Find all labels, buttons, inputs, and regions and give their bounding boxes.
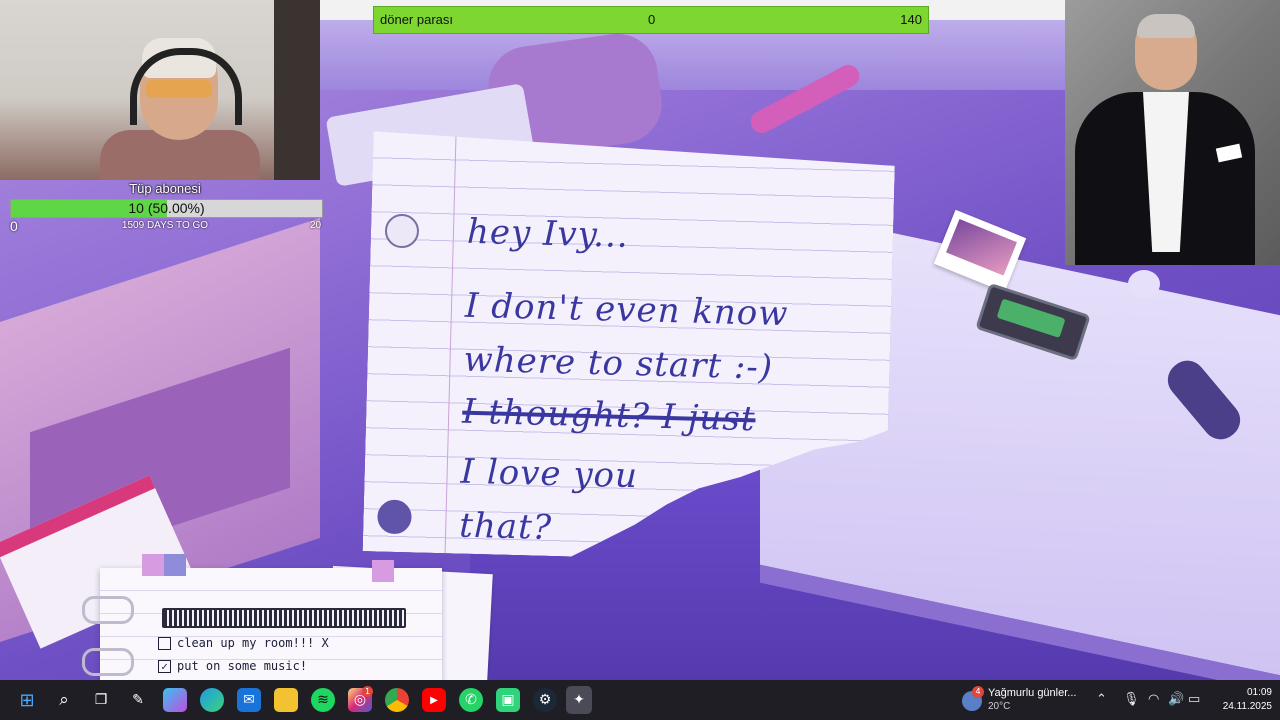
system-clock[interactable]: 01:09 24.11.2025: [1208, 686, 1272, 714]
wifi-icon[interactable]: ◠: [1148, 692, 1159, 707]
game-icon[interactable]: ✦: [566, 686, 592, 714]
binder-hole: [385, 214, 420, 249]
edge-icon[interactable]: [200, 688, 224, 712]
weather-widget[interactable]: 4 Yağmurlu günler... 20°C: [960, 686, 1090, 716]
chrome-icon[interactable]: [385, 688, 409, 712]
letter-line: I love you: [460, 451, 639, 497]
checkbox-icon[interactable]: [158, 636, 171, 650]
clock-date: 24.11.2025: [1222, 701, 1272, 712]
whatsapp-icon[interactable]: ✆: [459, 688, 483, 712]
skull-figurine[interactable]: [1128, 270, 1160, 298]
sub-goal-days: 1509 DAYS TO GO: [121, 220, 209, 231]
weather-text: Yağmurlu günler...: [988, 687, 1077, 699]
money-goal-label: döner parası: [380, 12, 453, 27]
portrait-hair: [1137, 14, 1195, 38]
todo-item[interactable]: clean up my room!!! X: [158, 636, 329, 650]
webcam-feed: [0, 0, 320, 180]
letter-line-struck: I thought? I just: [461, 391, 757, 440]
paper-clip-icon: [82, 648, 134, 676]
app-store-icon[interactable]: ▣: [496, 688, 520, 712]
youtube-icon[interactable]: ▶: [422, 688, 446, 712]
sub-goal-max: 20: [310, 220, 322, 231]
note-tab: [372, 560, 394, 582]
streamer-glasses: [146, 80, 212, 98]
battery-icon[interactable]: ▭: [1188, 692, 1200, 707]
binder-hole: [377, 499, 412, 534]
weather-temp: 20°C: [988, 701, 1011, 712]
todo-item-label: put on some music!: [177, 659, 308, 673]
money-goal-current: 0: [648, 12, 656, 27]
chevron-up-icon[interactable]: ⌃: [1096, 692, 1107, 707]
app-icon[interactable]: ✎: [126, 688, 150, 712]
sub-goal-title: Tüp abonesi: [129, 181, 201, 196]
file-explorer-icon[interactable]: [274, 688, 298, 712]
checkbox-checked-icon[interactable]: ✓: [158, 659, 171, 673]
note-tab: [142, 554, 164, 576]
microphone-icon[interactable]: 🎙: [1123, 692, 1140, 707]
letter-line: hey Ivy...: [466, 211, 630, 256]
todo-item[interactable]: ✓ put on some music!: [158, 659, 307, 673]
portrait-image: [1065, 0, 1280, 265]
sub-goal-bar-text: 10 (50.00%): [128, 200, 205, 216]
copilot-icon[interactable]: [163, 688, 187, 712]
mail-icon[interactable]: ✉: [237, 688, 261, 712]
note-tab: [164, 554, 186, 576]
instagram-badge: 1: [362, 686, 373, 697]
spotify-icon[interactable]: ≋: [311, 688, 335, 712]
search-icon[interactable]: ⌕: [52, 688, 76, 712]
clock-time: 01:09: [1246, 687, 1272, 698]
letter-line: where to start :-): [463, 339, 774, 388]
money-goal-target: 140: [900, 12, 922, 27]
steam-icon[interactable]: ⚙: [533, 688, 557, 712]
letter-line: that?: [458, 505, 553, 549]
weather-badge: 4: [972, 686, 984, 698]
todo-item-label: clean up my room!!! X: [177, 636, 329, 650]
task-view-icon[interactable]: ❐: [89, 688, 113, 712]
windows-start-icon[interactable]: ⊞: [15, 688, 39, 712]
sub-goal-bar: 10 (50.00%): [10, 199, 323, 218]
todo-note[interactable]: clean up my room!!! X ✓ put on some musi…: [100, 554, 442, 680]
paper-clip-icon: [82, 596, 134, 624]
volume-icon[interactable]: 🔊: [1168, 692, 1184, 707]
subscriber-goal-widget: Tüp abonesi 10 (50.00%) 0 1509 DAYS TO G…: [0, 180, 330, 235]
letter-line: I don't even know: [464, 285, 789, 335]
scribble-bar: [162, 608, 406, 628]
money-goal-bar: döner parası 0 140: [373, 6, 929, 34]
webcam-background-door: [274, 0, 320, 180]
